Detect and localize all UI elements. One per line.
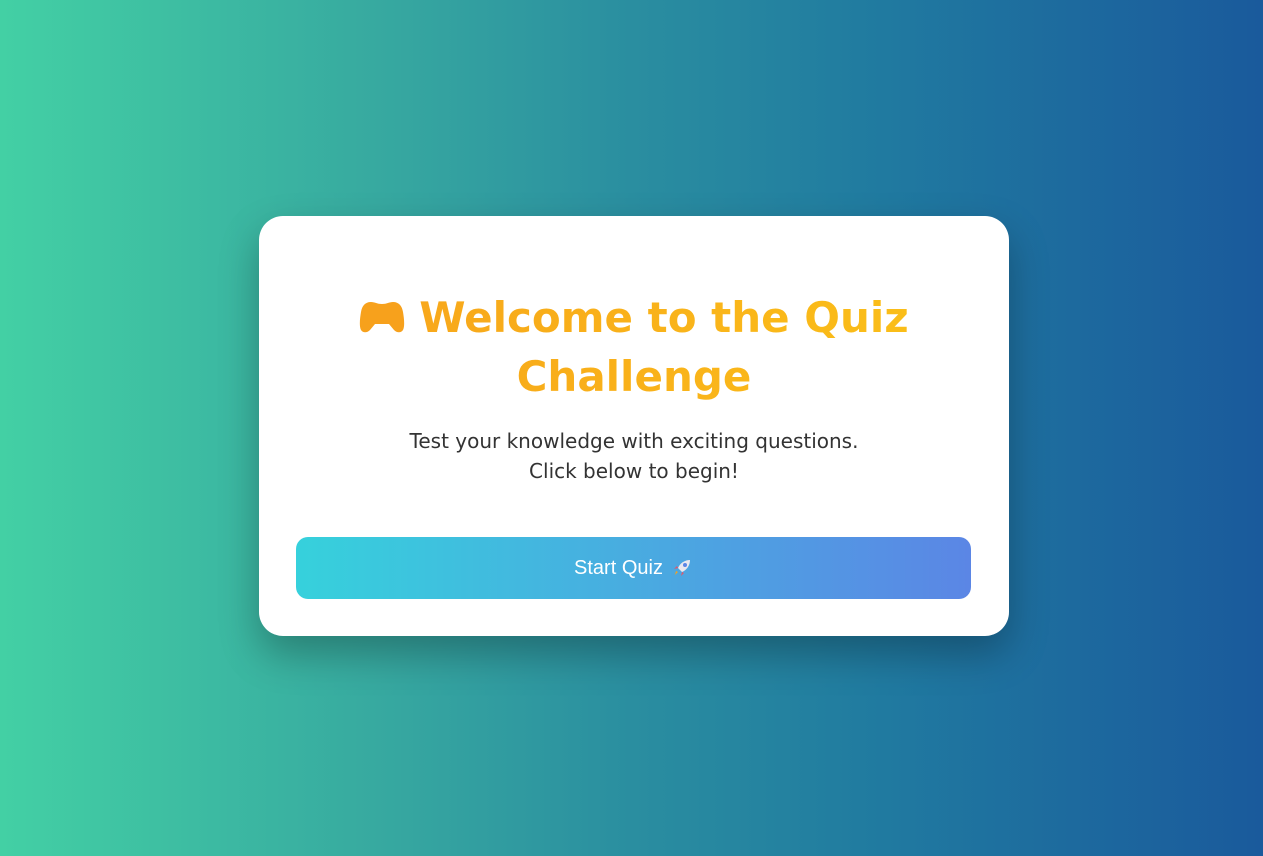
subtitle-line-1: Test your knowledge with exciting questi… bbox=[409, 429, 859, 453]
start-quiz-button[interactable]: Start Quiz bbox=[296, 537, 971, 599]
subtitle: Test your knowledge with exciting questi… bbox=[259, 426, 1009, 486]
title-line-2: Challenge bbox=[259, 347, 1009, 406]
game-controller-icon bbox=[360, 302, 405, 333]
welcome-card: Welcome to the Quiz Challenge Test your … bbox=[259, 216, 1009, 636]
title-line-1: Welcome to the Quiz bbox=[259, 288, 1009, 347]
subtitle-line-2: Click below to begin! bbox=[529, 459, 739, 483]
title-text-1: Welcome to the Quiz bbox=[419, 293, 909, 342]
rocket-icon bbox=[673, 560, 690, 576]
start-quiz-label: Start Quiz bbox=[574, 556, 663, 579]
page-title: Welcome to the Quiz Challenge bbox=[259, 288, 1009, 406]
